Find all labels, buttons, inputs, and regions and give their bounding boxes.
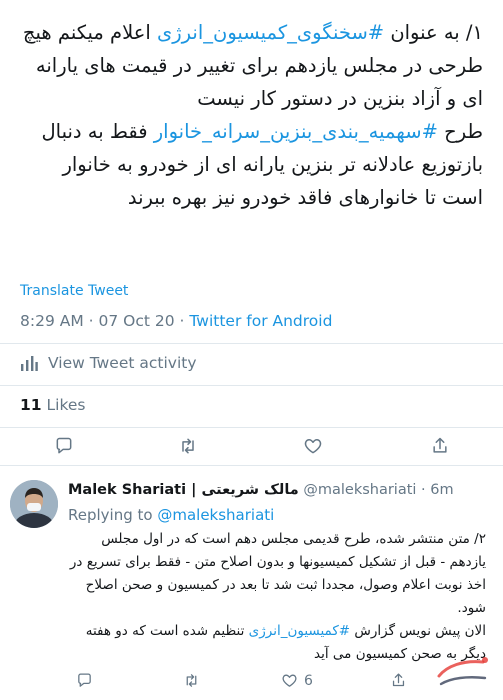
bar-chart-icon <box>21 356 38 371</box>
reply-like-count: 6 <box>304 672 313 689</box>
reply-paragraph-2: الان پیش نویس گزارش #کمیسیون_انرژی تنظیم… <box>66 620 486 666</box>
reply-author-name-fa[interactable]: مالک شریعتی <box>201 482 298 498</box>
divider <box>0 427 503 428</box>
reply-author-name[interactable]: Malek Shariati <box>68 482 186 498</box>
reply-paragraph-1: ۲/ متن منتشر شده، طرح قدیمی مجلس دهم است… <box>69 531 486 616</box>
reply-text: ۲/ متن منتشر شده، طرح قدیمی مجلس دهم است… <box>66 528 486 666</box>
reply-icon[interactable] <box>76 672 93 693</box>
retweet-icon[interactable] <box>182 672 201 693</box>
hashtag-link[interactable]: #سهمیه_بندی_بنزین_سرانه_خانوار <box>154 120 438 143</box>
meta-separator: · <box>416 482 431 498</box>
reply-action-bar: 6 <box>68 670 488 694</box>
share-icon[interactable] <box>430 436 450 460</box>
tweet-action-bar <box>0 430 503 462</box>
retweet-icon[interactable] <box>177 436 199 460</box>
view-tweet-activity-label: View Tweet activity <box>48 354 197 372</box>
avatar[interactable] <box>10 480 58 528</box>
heart-icon[interactable] <box>303 436 323 460</box>
likes-count-link[interactable]: 11 Likes <box>20 396 85 414</box>
like-button[interactable]: 6 <box>281 672 313 689</box>
hashtag-link[interactable]: #سخنگوی_کمیسیون_انرژی <box>157 21 384 44</box>
replying-to: Replying to @malekshariati <box>68 506 274 524</box>
tweet-text-span: ۱/ به عنوان <box>384 21 483 44</box>
divider <box>0 385 503 386</box>
hashtag-link[interactable]: #کمیسیون_انرژی <box>249 623 350 639</box>
heart-icon <box>282 674 297 687</box>
divider <box>0 465 503 466</box>
tweet-time: 8:29 AM <box>20 312 84 330</box>
meta-separator: · <box>83 312 99 330</box>
watermark-logo <box>431 646 497 696</box>
tweet-source-link[interactable]: Twitter for Android <box>189 312 332 330</box>
translate-tweet-link[interactable]: Translate Tweet <box>20 283 128 299</box>
likes-label: Likes <box>41 396 86 414</box>
divider <box>0 343 503 344</box>
meta-separator: · <box>174 312 190 330</box>
view-tweet-activity-link[interactable]: View Tweet activity <box>20 354 197 372</box>
reply-author-handle[interactable]: @malekshariati <box>299 482 416 498</box>
reply-icon[interactable] <box>54 436 74 460</box>
tweet-meta: 8:29 AM · 07 Oct 20 · Twitter for Androi… <box>20 312 332 330</box>
tweet-date: 07 Oct 20 <box>98 312 175 330</box>
tweet-text-span: طرح <box>437 120 483 143</box>
reply-tweet[interactable]: Malek Shariati | مالک شریعتی @malekshari… <box>0 470 503 700</box>
reply-header: Malek Shariati | مالک شریعتی @malekshari… <box>68 482 454 498</box>
replying-to-label: Replying to <box>68 506 158 524</box>
share-icon[interactable] <box>390 672 407 693</box>
reply-text-span: الان پیش نویس گزارش <box>350 623 486 639</box>
name-separator: | <box>186 482 202 498</box>
tweet-paragraph-1: ۱/ به عنوان #سخنگوی_کمیسیون_انرژی اعلام … <box>16 16 483 115</box>
main-tweet-text: ۱/ به عنوان #سخنگوی_کمیسیون_انرژی اعلام … <box>0 0 503 214</box>
likes-number: 11 <box>20 396 42 414</box>
replying-to-handle-link[interactable]: @malekshariati <box>157 506 274 524</box>
reply-time: 6m <box>430 482 454 498</box>
tweet-paragraph-2: طرح #سهمیه_بندی_بنزین_سرانه_خانوار فقط ب… <box>16 115 483 214</box>
